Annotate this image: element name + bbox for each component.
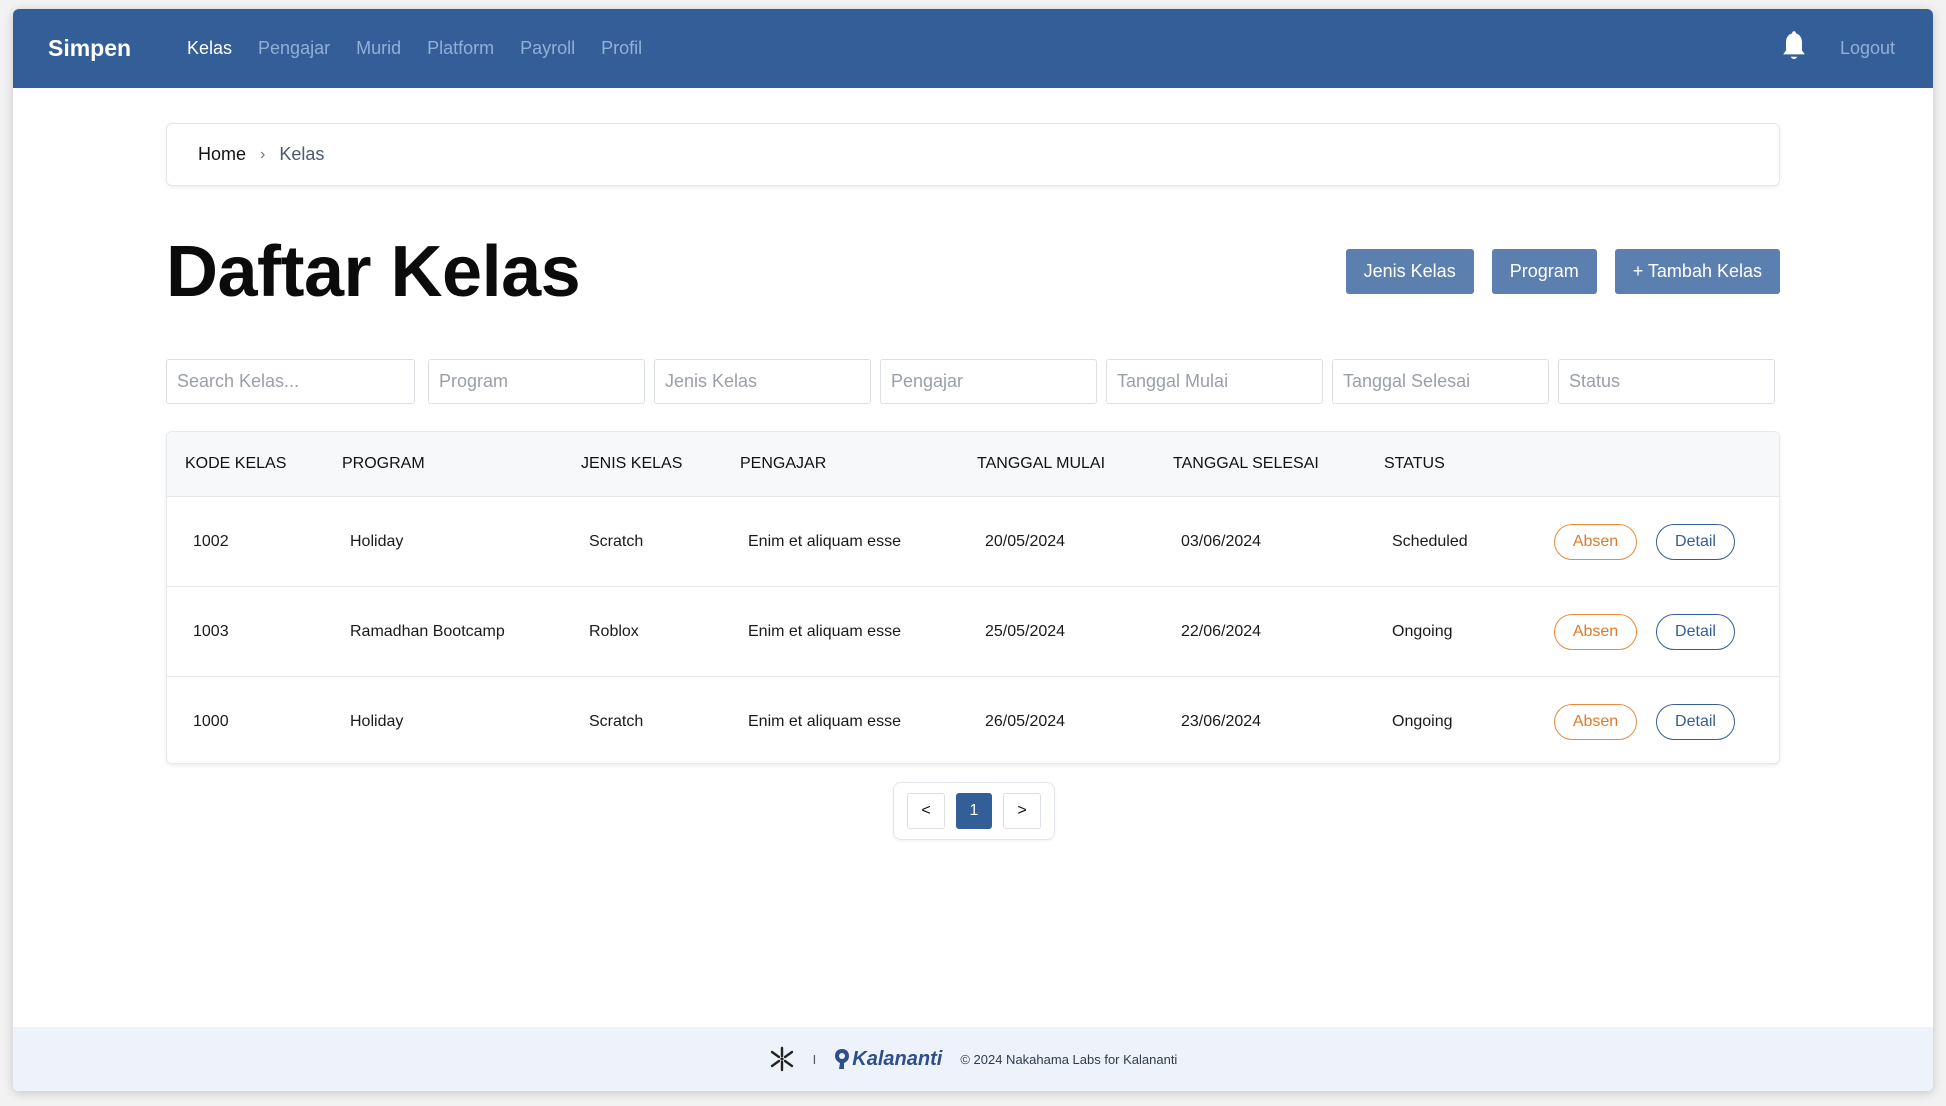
cell-pengajar: Enim et aliquam esse <box>748 623 901 640</box>
kalananti-logo: Kalananti <box>834 1048 942 1071</box>
kalananti-brand: Kalananti <box>852 1047 943 1070</box>
cell-kode: 1002 <box>193 533 229 550</box>
cell-status: Ongoing <box>1392 713 1453 730</box>
cell-program: Ramadhan Bootcamp <box>350 623 505 640</box>
cell-selesai: 23/06/2024 <box>1181 713 1262 730</box>
cell-status: Scheduled <box>1392 533 1468 550</box>
breadcrumb-separator-icon: › <box>260 145 266 163</box>
table-header: KODE KELAS PROGRAM JENIS KELAS PENGAJAR … <box>167 432 1779 496</box>
nav-murid[interactable]: Murid <box>356 38 401 59</box>
footer-copyright: © 2024 Nakahama Labs for Kalananti <box>960 1051 1178 1067</box>
jenis-kelas-button[interactable]: Jenis Kelas <box>1345 249 1474 294</box>
footer-divider: I <box>812 1051 817 1067</box>
cell-selesai: 03/06/2024 <box>1181 533 1262 550</box>
page-1-button[interactable]: 1 <box>956 793 992 829</box>
nakahama-logo-icon <box>770 1046 793 1072</box>
table-row: 1003 Ramadhan Bootcamp Roblox Enim et al… <box>167 586 1779 676</box>
cell-jenis: Scratch <box>589 713 644 730</box>
cell-status: Ongoing <box>1392 623 1453 640</box>
cell-program: Holiday <box>350 713 404 730</box>
absen-button[interactable]: Absen <box>1554 524 1637 560</box>
tambah-kelas-button[interactable]: + Tambah Kelas <box>1614 249 1780 294</box>
cell-selesai: 22/06/2024 <box>1181 623 1262 640</box>
header-pengajar: PENGAJAR <box>740 455 827 472</box>
cell-pengajar: Enim et aliquam esse <box>748 713 901 730</box>
program-button[interactable]: Program <box>1491 249 1597 294</box>
absen-button[interactable]: Absen <box>1554 614 1637 650</box>
detail-button[interactable]: Detail <box>1656 614 1735 650</box>
absen-button[interactable]: Absen <box>1554 704 1637 740</box>
page-title: Daftar Kelas <box>166 232 581 312</box>
cell-kode: 1000 <box>193 713 229 730</box>
breadcrumb: Home › Kelas <box>166 123 1780 186</box>
jenis-kelas-filter[interactable] <box>654 359 871 404</box>
next-page-button[interactable]: > <box>1003 793 1041 829</box>
header-program: PROGRAM <box>342 455 425 472</box>
table-row: 1000 Holiday Scratch Enim et aliquam ess… <box>167 676 1779 763</box>
cell-jenis: Scratch <box>589 533 644 550</box>
kalananti-mark-icon <box>835 1049 850 1069</box>
cell-pengajar: Enim et aliquam esse <box>748 533 901 550</box>
cell-mulai: 26/05/2024 <box>985 713 1066 730</box>
table-row: 1002 Holiday Scratch Enim et aliquam ess… <box>167 496 1779 586</box>
header-status: STATUS <box>1384 455 1445 472</box>
cell-program: Holiday <box>350 533 404 550</box>
cell-kode: 1003 <box>193 623 229 640</box>
detail-button[interactable]: Detail <box>1656 704 1735 740</box>
nav-payroll[interactable]: Payroll <box>520 38 575 59</box>
cell-mulai: 25/05/2024 <box>985 623 1066 640</box>
tanggal-selesai-filter[interactable] <box>1332 359 1549 404</box>
kelas-table: KODE KELAS PROGRAM JENIS KELAS PENGAJAR … <box>166 431 1780 764</box>
nav-profil[interactable]: Profil <box>601 38 642 59</box>
footer: I Kalananti © 2024 Nakahama Labs for Kal… <box>13 1027 1933 1091</box>
nav-kelas[interactable]: Kelas <box>187 38 232 59</box>
app-window: Simpen Kelas Pengajar Murid Platform Pay… <box>13 9 1933 1091</box>
tanggal-mulai-filter[interactable] <box>1106 359 1323 404</box>
header-tanggal-mulai: TANGGAL MULAI <box>977 455 1106 472</box>
nav-pengajar[interactable]: Pengajar <box>258 38 330 59</box>
brand-logo[interactable]: Simpen <box>48 9 131 88</box>
detail-button[interactable]: Detail <box>1656 524 1735 560</box>
pengajar-filter[interactable] <box>880 359 1097 404</box>
program-filter[interactable] <box>428 359 645 404</box>
header-tanggal-selesai: TANGGAL SELESAI <box>1173 455 1319 472</box>
nav-platform[interactable]: Platform <box>427 38 494 59</box>
cell-jenis: Roblox <box>589 623 639 640</box>
breadcrumb-home[interactable]: Home <box>198 144 246 165</box>
nav-links: Kelas Pengajar Murid Platform Payroll Pr… <box>187 9 642 88</box>
header-kode-kelas: KODE KELAS <box>185 455 287 472</box>
logout-link[interactable]: Logout <box>1840 9 1895 88</box>
breadcrumb-current: Kelas <box>279 144 325 164</box>
status-filter[interactable] <box>1558 359 1775 404</box>
navbar: Simpen Kelas Pengajar Murid Platform Pay… <box>13 9 1933 88</box>
prev-page-button[interactable]: < <box>907 793 945 829</box>
header-jenis-kelas: JENIS KELAS <box>581 455 683 472</box>
pagination: < 1 > <box>893 782 1055 840</box>
action-buttons: Jenis Kelas Program + Tambah Kelas <box>1345 249 1780 294</box>
cell-mulai: 20/05/2024 <box>985 533 1066 550</box>
search-input[interactable] <box>166 359 415 404</box>
bell-icon[interactable] <box>1780 31 1808 63</box>
footer-content: I Kalananti © 2024 Nakahama Labs for Kal… <box>13 1027 1933 1091</box>
